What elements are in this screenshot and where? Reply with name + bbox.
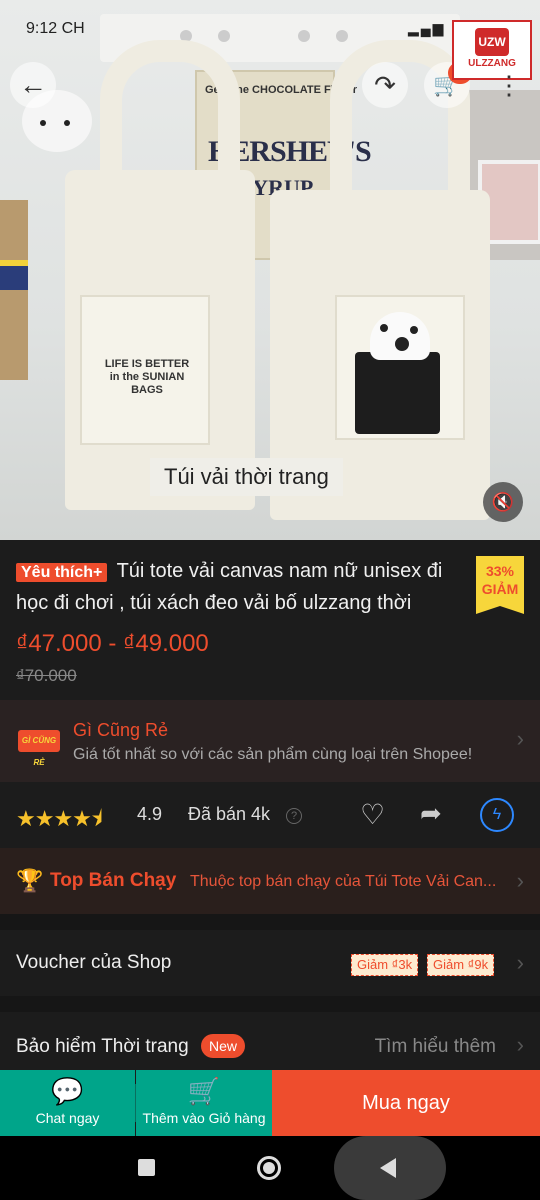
messenger-icon[interactable]: ϟ [480, 798, 514, 832]
info-icon[interactable]: ? [286, 808, 302, 824]
background-bag [0, 200, 28, 380]
cheap-deal-subtitle: Giá tốt nhất so với các sản phẩm cùng lo… [73, 746, 473, 763]
sold-count: Đã bán 4k [188, 804, 271, 824]
chevron-right-icon: › [516, 950, 524, 975]
learn-more-link[interactable]: Tìm hiểu thêm [375, 1036, 496, 1058]
heart-icon[interactable]: ♡ [360, 798, 385, 831]
cheap-deal-logo: GÌ CŨNG RẺ [18, 730, 60, 767]
video-caption: Túi vải thời trang [150, 458, 343, 496]
chat-bubble-icon: 💬 [51, 1076, 84, 1106]
product-title: Yêu thích+ Túi tote vải canvas nam nữ un… [16, 556, 471, 618]
peg [336, 30, 348, 42]
rating-value: 4.9 [137, 804, 163, 824]
insurance-title: Bảo hiểm Thời trang [16, 1036, 189, 1057]
chevron-right-icon: › [516, 1032, 524, 1057]
buy-now-button[interactable]: Mua ngay [272, 1070, 540, 1136]
section-divider [0, 996, 540, 1012]
more-vertical-icon: ⋮ [496, 69, 522, 100]
share-button[interactable]: ↷ [362, 62, 408, 108]
back-arrow-icon: ← [19, 69, 47, 100]
share-outline-icon[interactable]: ➦ [420, 798, 442, 829]
voucher-tag: Giảm ₫9k [427, 954, 495, 976]
product-info: Yêu thích+ Túi tote vải canvas nam nữ un… [0, 540, 540, 700]
top-selling-title: Top Bán Chạy [50, 870, 177, 891]
favorite-plus-badge: Yêu thích+ [16, 563, 108, 582]
chat-now-button[interactable]: 💬 Chat ngay [0, 1070, 135, 1136]
fashion-insurance-row[interactable]: Bảo hiểm Thời trang New Tìm hiểu thêm › [0, 1012, 540, 1070]
discount-percent: 33% [485, 563, 515, 579]
system-nav-bar [0, 1136, 540, 1200]
chevron-right-icon: › [516, 726, 524, 751]
rating-row: ★★★★⯨ 4.9 Đã bán 4k ? ♡ ➦ ϟ [0, 782, 540, 848]
share-icon: ↷ [374, 69, 396, 100]
discount-label: GIẢM [481, 581, 519, 597]
back-button[interactable]: ← [10, 62, 56, 108]
add-to-cart-label: Thêm vào Giỏ hàng [142, 1110, 266, 1126]
add-to-cart-button[interactable]: 🛒 Thêm vào Giỏ hàng [136, 1070, 272, 1136]
section-divider [0, 914, 540, 930]
rating-stars: ★★★★⯨ [16, 806, 103, 831]
home-icon[interactable] [257, 1156, 281, 1180]
black-pocket [355, 352, 440, 434]
price-range: ₫47.000 - ₫49.000 [16, 630, 209, 657]
shop-voucher-row[interactable]: Voucher của Shop Giảm ₫3k Giảm ₫9k › [0, 930, 540, 996]
peg [298, 30, 310, 42]
original-price: ₫70.000 [16, 666, 77, 685]
recents-icon[interactable] [138, 1159, 155, 1176]
peg [218, 30, 230, 42]
nav-back-button[interactable] [334, 1136, 446, 1200]
mute-icon: 🔇 [491, 491, 515, 512]
status-time: 9:12 CH [26, 20, 85, 37]
chevron-right-icon: › [516, 868, 524, 893]
bag-strap [100, 40, 240, 190]
bottom-action-bar: 💬 Chat ngay 🛒 Thêm vào Giỏ hàng Mua ngay [0, 1070, 540, 1136]
pocket-print: LIFE IS BETTER in the SUNIAN BAGS [104, 358, 190, 396]
chat-now-label: Chat ngay [35, 1110, 100, 1126]
cheap-deal-title: Gì Cũng Rẻ [73, 720, 169, 740]
voucher-title: Voucher của Shop [16, 952, 172, 973]
add-cart-icon: 🛒 [187, 1076, 221, 1106]
more-options-button[interactable]: ⋮ [486, 62, 532, 108]
top-selling-subtitle: Thuộc top bán chạy của Túi Tote Vải Can.… [190, 873, 497, 890]
trophy-icon: 🏆 [16, 868, 44, 893]
top-selling-section[interactable]: 🏆 Top Bán Chạy Thuộc top bán chạy của Tú… [0, 848, 540, 914]
voucher-tag: Giảm ₫3k [351, 954, 419, 976]
discount-flag: 33% GIẢM [476, 556, 524, 614]
mute-button[interactable]: 🔇 [483, 482, 523, 522]
new-badge: New [201, 1034, 246, 1058]
back-triangle-icon [380, 1158, 396, 1178]
cheap-deal-section[interactable]: GÌ CŨNG RẺ Gì Cũng Rẻ Giá tốt nhất so vớ… [0, 700, 540, 782]
brand-logo-mark: UZW [475, 28, 509, 56]
